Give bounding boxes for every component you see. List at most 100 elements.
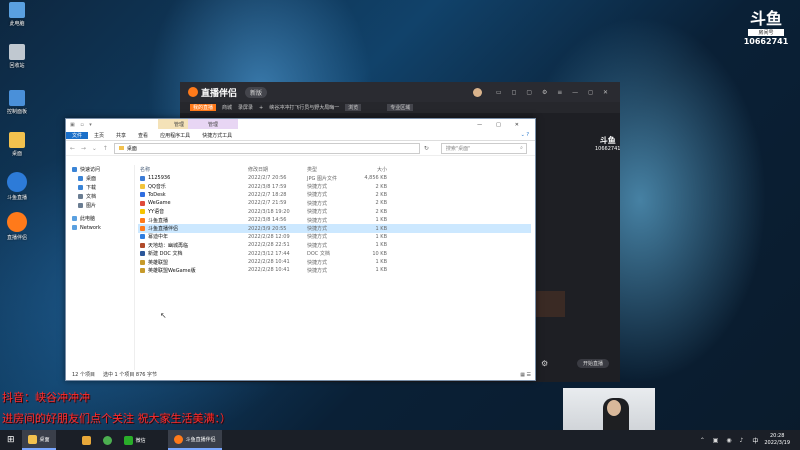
file-row[interactable]: 斗鱼直播 2022/3/8 14:56 快捷方式 1 KB (138, 216, 531, 224)
tray-icons[interactable]: ⌃ ▣ ◉ ♪ (700, 437, 746, 444)
file-list: 名称 修改日期 类型 大小 1125936 2022/2/7 20:56 JPG 图… (138, 165, 531, 368)
nav-item[interactable]: 下载 (66, 183, 134, 192)
nav-arrows-icon[interactable]: ← → ⌄ ↑ (70, 145, 110, 152)
tab-add[interactable]: + (259, 105, 263, 111)
file-row[interactable]: 英雄联盟 2022/2/28 10:41 快捷方式 1 KB (138, 258, 531, 266)
taskbar-app-2[interactable] (76, 430, 97, 450)
stream-tabs: 我的直播 商城 录屏录 + 峡谷冲冲打飞行员与野大局晦一 浏览 专业区域 (180, 102, 620, 113)
column-size[interactable]: 大小 (357, 166, 387, 173)
start-button-icon[interactable]: ⊞ (0, 435, 22, 445)
file-row[interactable]: 新建 DOC 文档 2022/3/12 17:44 DOC 文档 10 KB (138, 250, 531, 258)
settings-icon[interactable]: ⚙ (541, 359, 548, 368)
ime-indicator[interactable]: 中 (752, 436, 758, 445)
file-name: ToDesk (148, 191, 166, 198)
desktop-icon-live-companion[interactable]: 直播伴侣 (0, 212, 34, 241)
file-name: 幂迪中年 (148, 234, 169, 241)
column-date[interactable]: 修改日期 (248, 166, 307, 173)
column-type[interactable]: 类型 (307, 166, 357, 173)
file-name: 1125936 (148, 175, 171, 182)
file-row[interactable]: ToDesk 2022/2/7 18:28 快捷方式 2 KB (138, 191, 531, 199)
ribbon-context-manage-2[interactable]: 管理 (188, 119, 238, 129)
tab-my-live[interactable]: 我的直播 (190, 104, 217, 111)
desktop-icon-label: 直播伴侣 (6, 235, 27, 241)
nav-item-icon (78, 194, 83, 199)
desktop-icon-recycle-bin[interactable]: 回收站 (0, 44, 34, 69)
tab-shop[interactable]: 商城 (222, 104, 232, 111)
ribbon-view[interactable]: 查看 (132, 132, 154, 139)
desktop-icon-douyu[interactable]: 斗鱼直播 (0, 172, 34, 201)
taskbar-app-label: 微信 (135, 437, 146, 444)
refresh-icon[interactable]: ↻ (424, 145, 429, 152)
tab-browse[interactable]: 浏览 (345, 104, 362, 111)
window-controls[interactable]: —□✕ (477, 122, 535, 128)
search-input[interactable]: 搜索"桌面" ⌕ (440, 142, 527, 154)
clock[interactable]: 20:28 2022/3/19 (764, 433, 800, 447)
stream-window-controls[interactable]: ▭ ◻ ▢ ⚙ ≡ — ◻ ✕ (496, 89, 612, 96)
tab-stream-title[interactable]: 峡谷冲冲打飞行员与野大局晦一 (269, 104, 339, 111)
ribbon-app-tools[interactable]: 应用程序工具 (154, 132, 196, 139)
file-row[interactable]: 天地劫：幽城再临 2022/2/28 22:51 快捷方式 1 KB (138, 241, 531, 249)
file-date: 2022/3/8 17:59 (248, 183, 287, 190)
nav-item[interactable]: 此电脑 (66, 214, 134, 223)
nav-item[interactable]: 图片 (66, 201, 134, 210)
desktop-icon-this-pc[interactable]: 此电脑 (0, 2, 34, 27)
view-toggle-icons[interactable]: ▦ ☰ (520, 372, 531, 378)
stream-avatar[interactable] (472, 87, 482, 97)
address-bar-row: ← → ⌄ ↑ 桌面 ↻ 搜索"桌面" ⌕ (66, 141, 535, 156)
address-path: 桌面 (126, 145, 137, 152)
taskbar-app-wechat[interactable]: 微信 (118, 430, 152, 450)
nav-item[interactable]: 快速访问 (66, 165, 134, 174)
file-type: 快捷方式 (307, 200, 328, 207)
file-name-cell: 1125936 (138, 175, 248, 181)
file-size: 2 KB (375, 191, 387, 198)
ribbon-file[interactable]: 文件 (66, 131, 89, 139)
file-type: 快捷方式 (307, 209, 328, 216)
file-size: 2 KB (375, 200, 387, 207)
file-icon (140, 226, 145, 232)
file-row[interactable]: WeGame 2022/2/7 21:59 快捷方式 2 KB (138, 199, 531, 207)
address-bar[interactable]: 桌面 (113, 142, 420, 154)
desktop-icon-control-panel[interactable]: 控制面板 (0, 90, 34, 115)
ribbon-shortcut-tools[interactable]: 快捷方式工具 (196, 132, 238, 139)
file-row[interactable]: 幂迪中年 2022/2/28 12:09 快捷方式 1 KB (138, 233, 531, 241)
stream-badge[interactable]: 新版 (245, 86, 268, 98)
tab-pro-area[interactable]: 专业区域 (387, 104, 414, 111)
taskbar-app-label: 桌面 (39, 436, 50, 443)
nav-item-icon (78, 203, 83, 208)
file-name-cell: WeGame (138, 200, 248, 206)
stream-right-panel: 斗鱼 10662741 ⚙ 开始直播 (533, 113, 620, 382)
nav-item[interactable]: 桌面 (66, 174, 134, 183)
ribbon-home[interactable]: 主页 (88, 132, 110, 139)
item-count: 12 个项目 (72, 372, 95, 378)
quick-access-toolbar-icons[interactable]: ▣ ▫ ▾ (66, 122, 94, 128)
file-row[interactable]: QQ音乐 2022/3/8 17:59 快捷方式 2 KB (138, 182, 531, 190)
file-row[interactable]: 1125936 2022/2/7 20:56 JPG 图片文件 4,856 KB (138, 174, 531, 182)
file-type: 快捷方式 (307, 234, 328, 241)
taskbar-app-desktop[interactable]: 桌面 (21, 430, 56, 450)
column-name[interactable]: 名称 (138, 166, 248, 173)
taskbar-app-chrome[interactable] (97, 430, 118, 450)
file-icon (140, 209, 145, 215)
computer-icon (9, 2, 25, 18)
start-live-button[interactable]: 开始直播 (577, 359, 610, 368)
file-row[interactable]: 斗鱼直播伴侣 2022/3/9 20:55 快捷方式 1 KB (138, 224, 531, 233)
logo-brand: 斗鱼 (749, 9, 782, 28)
nav-item[interactable]: Network (66, 223, 134, 232)
file-icon (140, 184, 145, 190)
nav-item-icon (78, 176, 83, 181)
taskbar-app-live-companion[interactable]: 斗鱼直播伴侣 (167, 430, 222, 450)
desktop-icon-desktop[interactable]: 桌面 (0, 132, 34, 157)
desktop-icon-label: 桌面 (11, 151, 22, 157)
stream-title: 直播伴侣 (201, 88, 238, 99)
file-type: 快捷方式 (307, 217, 328, 224)
selection-info: 选中 1 个项目 876 字节 (102, 372, 158, 378)
wechat-icon (123, 435, 133, 445)
file-row[interactable]: YY语音 2022/3/18 19:20 快捷方式 2 KB (138, 208, 531, 216)
nav-item[interactable]: 文档 (66, 192, 134, 201)
ribbon-share[interactable]: 共享 (110, 132, 132, 139)
explorer-ribbon: 文件 主页 共享 查看 应用程序工具 快捷方式工具 ⌄ ? (66, 130, 535, 141)
file-row[interactable]: 英雄联盟WeGame版 2022/2/28 10:41 快捷方式 1 KB (138, 266, 531, 274)
tab-record[interactable]: 录屏录 (238, 104, 253, 111)
live-companion-icon (173, 434, 183, 444)
ribbon-expand-icon[interactable]: ⌄ ? (515, 132, 535, 138)
